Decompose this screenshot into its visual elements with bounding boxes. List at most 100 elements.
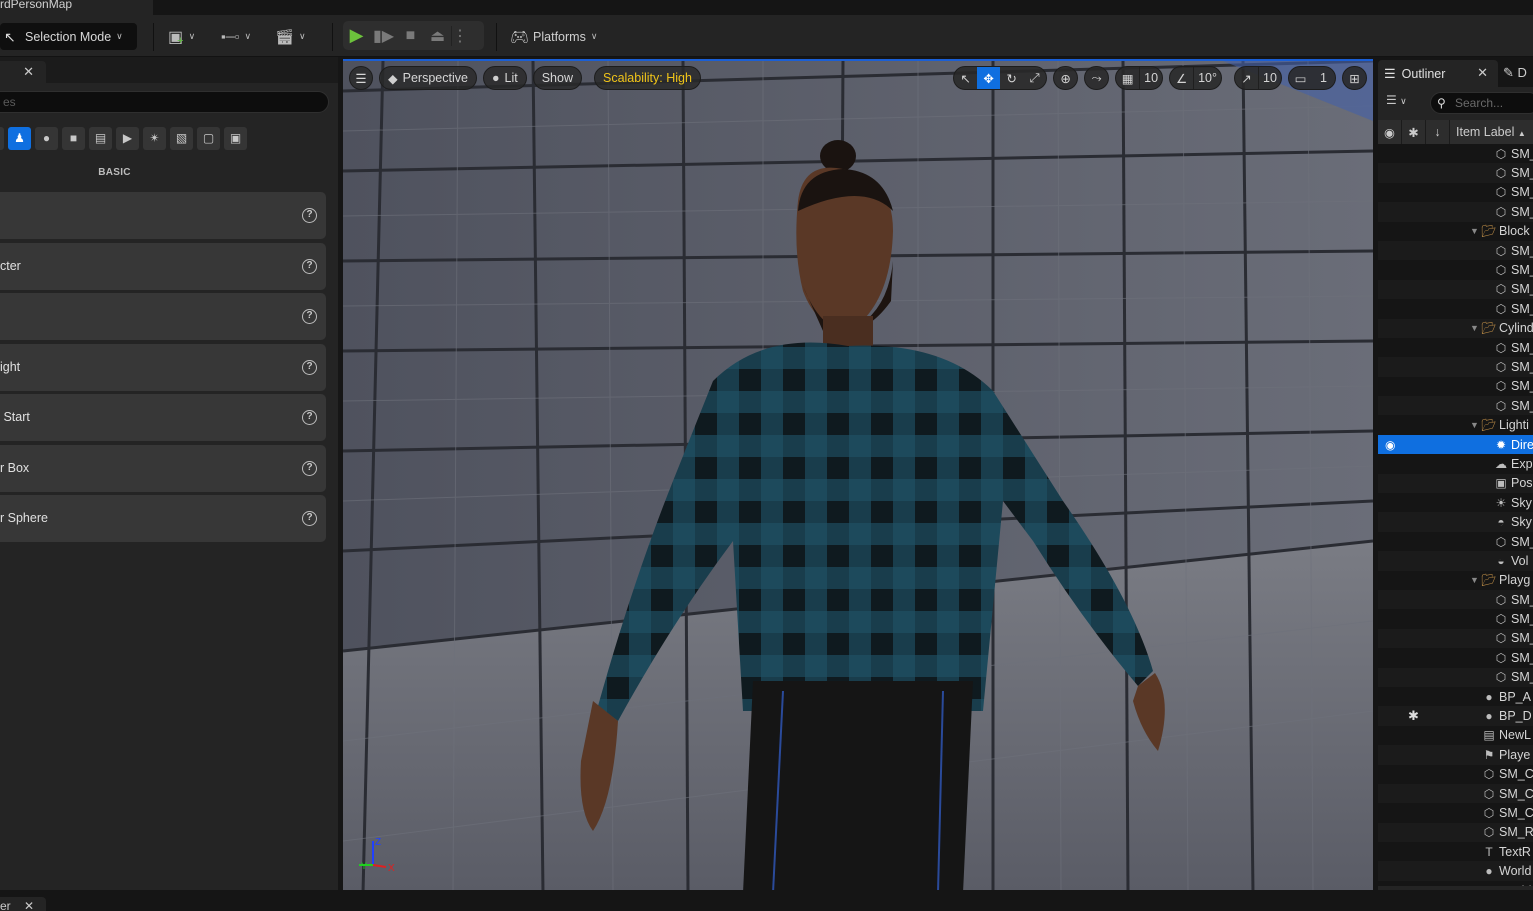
outliner-row[interactable]: ⬡ SM_ [1378, 240, 1533, 261]
level-viewport[interactable]: ☰ ◆ Perspective ● Lit Show Scalability: Hi… [343, 59, 1373, 891]
category-geometry[interactable]: ▧ [170, 127, 193, 150]
category-lights[interactable]: ● [35, 127, 58, 150]
rotation-snap-control[interactable]: ∠ 10° [1169, 66, 1222, 90]
outliner-row[interactable]: ⬡ SM_ [1378, 396, 1533, 416]
lighting-mode-button[interactable]: ● Lit [482, 66, 527, 90]
search-input[interactable]: es [0, 91, 329, 113]
outliner-row[interactable]: ⬡ SM_ [1378, 532, 1533, 551]
eject-button[interactable]: ⏏ [424, 26, 451, 46]
platforms-dropdown[interactable]: 🎮︎ Platforms ∨ [510, 23, 597, 50]
help-icon[interactable]: ? [302, 511, 317, 526]
outliner-row[interactable]: ◓ Sky [1378, 512, 1533, 532]
outliner-row[interactable]: ▤ NewL [1378, 726, 1533, 745]
outliner-tab[interactable]: ☰ Outliner ✕ [1378, 60, 1498, 87]
place-actors-tab[interactable]: ✕ [0, 61, 46, 83]
translate-tool-button[interactable]: ✥ [977, 67, 1001, 89]
outliner-row[interactable]: ⬡ SM_C [1378, 765, 1533, 784]
outliner-row[interactable]: ⬡ SM_ [1378, 377, 1533, 396]
outliner-row[interactable]: ⬡ SM_ [1378, 609, 1533, 628]
blueprint-button[interactable]: ▪─▫ ∨ [221, 23, 251, 50]
outliner-row[interactable]: ⬡ SM_ [1378, 357, 1533, 377]
expand-arrow-icon[interactable]: ▼ [1470, 420, 1479, 430]
details-tab[interactable]: ✎ D [1503, 65, 1527, 81]
category-all-classes[interactable]: ▢ [197, 127, 220, 150]
add-actor-button[interactable]: ▣ + ∨ [168, 23, 195, 50]
actor-item[interactable]: cter? [0, 242, 326, 290]
outliner-row[interactable]: ⬡ SM_ [1378, 144, 1533, 163]
scalability-button[interactable]: Scalability: High [593, 66, 701, 90]
item-label-column[interactable]: Item Label ▲ [1450, 125, 1526, 139]
camera-speed-control[interactable]: ▭ 1 [1288, 66, 1336, 90]
bottom-panel-tab[interactable]: er ✕ [0, 897, 46, 911]
outliner-row[interactable]: ⬡ SM_R [1378, 822, 1533, 843]
filter-button[interactable]: ☰ ∨ [1386, 93, 1407, 107]
outliner-row[interactable]: ▣ Pos [1378, 473, 1533, 494]
expand-arrow-icon[interactable]: ▼ [1470, 575, 1479, 585]
outliner-row[interactable]: ▼ 📂︎ Playg [1378, 571, 1533, 590]
category-shapes[interactable]: ■ [62, 127, 85, 150]
actor-item[interactable]: Start? [0, 394, 326, 441]
help-icon[interactable]: ? [302, 410, 317, 425]
outliner-row[interactable]: ⬡ SM_C [1378, 803, 1533, 822]
viewport-layout-button[interactable]: ⊞ [1342, 66, 1367, 90]
pin-column[interactable]: ↓ [1426, 120, 1450, 144]
category-basic[interactable]: ♟ [8, 127, 31, 150]
play-button[interactable]: ▶ [343, 25, 370, 46]
outliner-row[interactable]: ⬡ SM_C [1378, 783, 1533, 804]
coordinate-system-button[interactable]: ⊕ [1053, 66, 1079, 90]
surface-snap-button[interactable]: ⤳ [1084, 66, 1110, 90]
help-icon[interactable]: ? [302, 359, 317, 375]
visibility-column[interactable]: ◉ [1378, 120, 1402, 144]
outliner-search-input[interactable]: ⚲ Search... [1430, 92, 1533, 114]
show-button[interactable]: Show [532, 66, 582, 90]
category-volumes[interactable]: ✴ [143, 127, 166, 150]
close-icon[interactable]: ✕ [1477, 65, 1488, 81]
cinematics-button[interactable]: 🎬︎ ∨ [275, 23, 306, 50]
outliner-row[interactable]: ⬡ SM_ [1378, 183, 1533, 202]
favorite-column[interactable]: ✱ [1402, 120, 1426, 144]
category-misc[interactable]: ▣ [224, 127, 247, 150]
scale-tool-button[interactable]: ⤢ [1023, 67, 1046, 89]
star-icon[interactable]: ✱ [1408, 708, 1419, 724]
advance-frame-button[interactable]: ▮▶ [370, 26, 397, 46]
outliner-row[interactable]: ⬡ SM_ [1378, 589, 1533, 610]
outliner-row[interactable]: ⬡ SM_ [1378, 667, 1533, 687]
grid-snap-control[interactable]: ▦ 10 [1115, 66, 1164, 90]
help-icon[interactable]: ? [302, 258, 317, 274]
help-icon[interactable]: ? [302, 208, 317, 223]
outliner-row[interactable]: ▼ 📂︎ Lighti [1378, 415, 1533, 434]
selection-mode-dropdown[interactable]: ↖ Selection Mode ∨ [0, 23, 137, 50]
level-tab[interactable]: rdPersonMap [0, 0, 153, 15]
stop-button[interactable]: ■ [397, 27, 424, 45]
scale-snap-control[interactable]: ↗ 10 [1234, 66, 1282, 90]
outliner-row[interactable]: ● BP_A [1378, 687, 1533, 706]
grid-snap-value[interactable]: 10 [1139, 67, 1162, 89]
actor-item[interactable]: r Box? [0, 444, 326, 492]
eye-icon[interactable]: ◉ [1385, 438, 1395, 452]
outliner-row[interactable]: ⬡ SM_ [1378, 260, 1533, 279]
outliner-row[interactable]: ⬡ SM_ [1378, 299, 1533, 318]
close-icon[interactable]: ✕ [23, 64, 34, 80]
rotate-tool-button[interactable]: ↻ [1000, 67, 1023, 89]
outliner-row[interactable]: ☁ Exp [1378, 454, 1533, 473]
select-tool-button[interactable]: ↖ [954, 67, 977, 89]
actor-item[interactable]: ? [0, 192, 326, 239]
actor-item[interactable]: r Sphere? [0, 495, 326, 542]
scale-snap-value[interactable]: 10 [1258, 67, 1281, 89]
close-icon[interactable]: ✕ [24, 897, 34, 911]
outliner-row[interactable]: ▼ 📂︎ Cylind [1378, 318, 1533, 338]
outliner-row[interactable]: ◉ ✹ Dire [1378, 434, 1533, 455]
outliner-row[interactable]: ⬡ SM_ [1378, 648, 1533, 667]
help-icon[interactable]: ? [302, 460, 317, 476]
outliner-row[interactable]: ● World [1378, 861, 1533, 881]
outliner-row[interactable]: ✱ ● BP_D [1378, 706, 1533, 726]
outliner-row[interactable]: ⬡ SM_ [1378, 202, 1533, 222]
outliner-row[interactable]: ☀ Sky [1378, 493, 1533, 512]
category-recently-placed[interactable] [0, 127, 4, 150]
viewport-menu-button[interactable]: ☰ [349, 66, 373, 90]
actor-item[interactable]: ight? [0, 343, 326, 391]
outliner-row[interactable]: ⬡ SM_ [1378, 628, 1533, 649]
outliner-row[interactable]: T TextR [1378, 842, 1533, 861]
outliner-row[interactable]: ⬡ SM_ [1378, 338, 1533, 357]
outliner-row[interactable]: ⚑ Playe [1378, 745, 1533, 765]
